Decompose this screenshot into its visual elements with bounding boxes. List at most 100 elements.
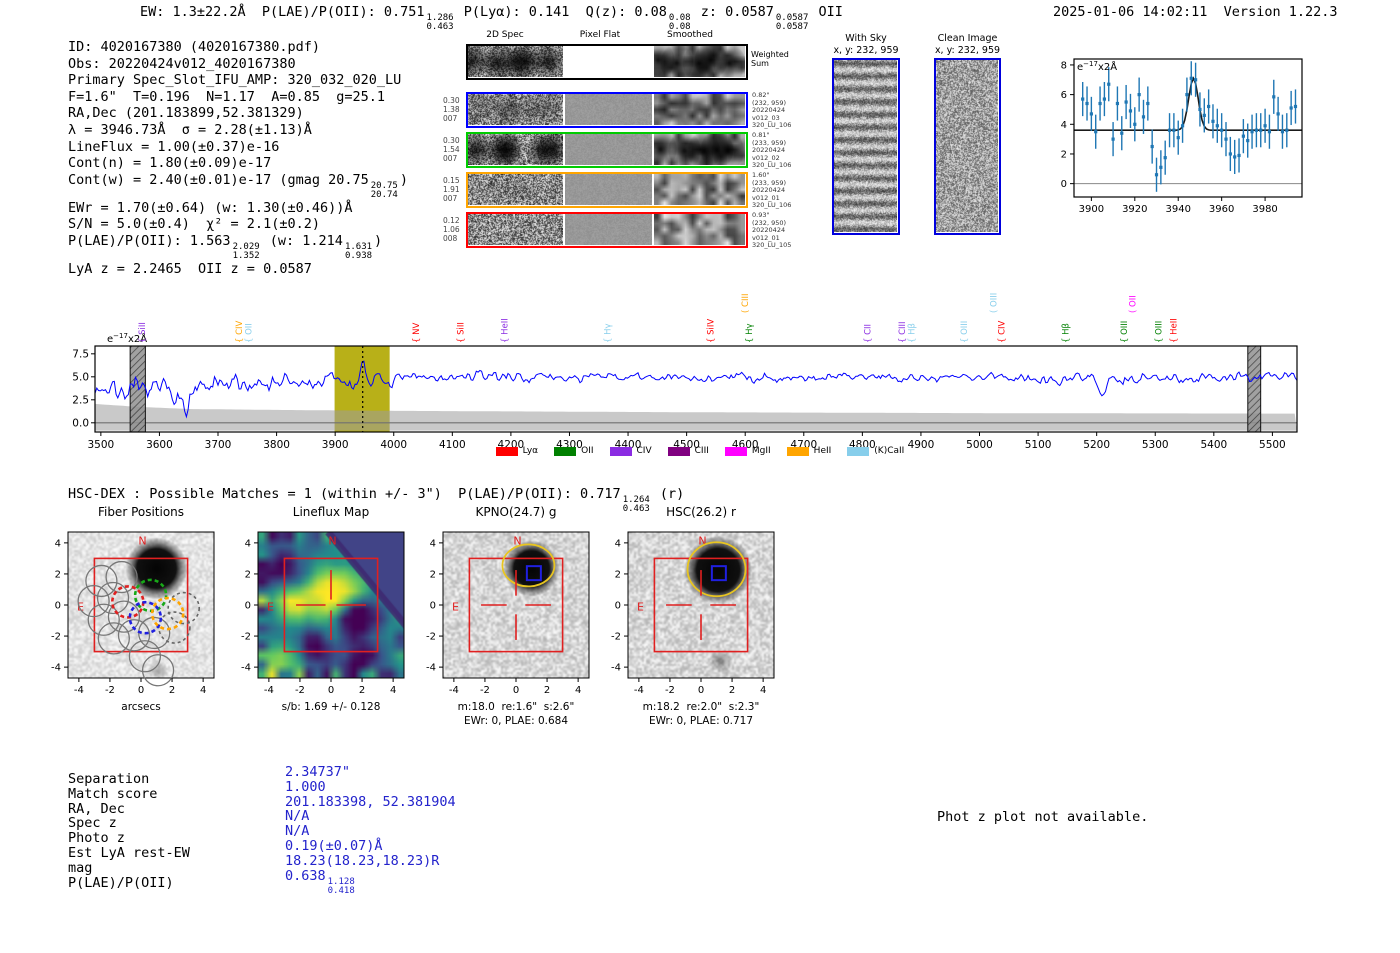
spec2d-row-right-labels: 0.82" (232, 959) 20220424 v012_03 320_LU_106 — [752, 91, 792, 130]
svg-text:-2: -2 — [241, 632, 251, 643]
legend-item: CIV — [609, 446, 652, 456]
match-table-value: 1.000 — [285, 778, 456, 795]
info-line: Primary Spec_Slot_IFU_AMP: 320_032_020_L… — [68, 72, 408, 89]
emission-line-label: { Hβ — [907, 323, 917, 343]
svg-text:4: 4 — [55, 538, 61, 549]
svg-text:4: 4 — [390, 685, 396, 696]
svg-text:-4: -4 — [449, 685, 459, 696]
spec2d-row-left-labels: 0.15 1.91 007 — [443, 176, 460, 203]
spec2d-smoothed-image — [654, 46, 745, 77]
emission-line-label: { SiII — [138, 322, 148, 343]
text-segment: Cont(w) = 2.40(±0.01)e-17 (gmag 20.75 — [68, 171, 369, 188]
svg-text:-4: -4 — [264, 685, 274, 696]
legend-swatch — [847, 446, 870, 456]
emission-line-label: ( CIII — [741, 294, 751, 313]
svg-text:3900: 3900 — [1079, 204, 1104, 215]
match-table-values: 2.34737" 1.000 201.183398, 52.381904 N/A N/A… — [285, 765, 456, 896]
match-table-value: N/A — [285, 809, 456, 824]
text-segment: (w: 1.214 — [261, 232, 343, 249]
stacked-fraction: 1.128 0.418 — [327, 876, 355, 896]
legend-label: CIII — [694, 446, 709, 456]
text-segment: ) — [399, 171, 408, 188]
text-segment: OII — [810, 4, 843, 20]
svg-text:2.5: 2.5 — [72, 394, 89, 406]
match-table-value: 0.638 1.128 0.418 — [285, 867, 456, 896]
spec2d-pixelflat-image — [565, 94, 652, 125]
svg-text:4: 4 — [200, 685, 206, 696]
svg-text:4: 4 — [615, 538, 621, 549]
text-segment: Cont(n) = 1.80(±0.09)e-17 — [68, 155, 272, 172]
info-line: Obs: 20220424v012_4020167380 — [68, 56, 408, 73]
svg-text:0: 0 — [55, 601, 61, 612]
match-table-label: Match score — [68, 785, 158, 802]
spec2d-pixelflat-image — [565, 174, 652, 205]
legend-swatch — [609, 446, 632, 456]
match-table-label: RA, Dec — [68, 800, 125, 817]
text-segment: HSC-DEX : Possible Matches = 1 (within +… — [68, 486, 621, 502]
text-segment: 201.183398, 52.381904 — [285, 793, 456, 810]
text-segment: 0.19(±0.07)Å — [285, 837, 383, 854]
sky-panel-coords: x, y: 232, 959 — [833, 45, 899, 56]
svg-text:e−17x2Å: e−17x2Å — [1077, 60, 1117, 73]
svg-text:-4: -4 — [241, 663, 251, 674]
text-segment: ) — [374, 232, 383, 249]
sky-panel-image — [834, 60, 897, 232]
legend-label: (K)CaII — [874, 446, 905, 456]
emission-line-label: { HeII — [1169, 318, 1179, 343]
svg-text:2: 2 — [729, 685, 735, 696]
emission-line-label: { OIII — [1120, 321, 1130, 343]
svg-text:3980: 3980 — [1252, 204, 1277, 215]
match-table-value: 2.34737" — [285, 765, 456, 780]
svg-text:-2: -2 — [51, 632, 61, 643]
match-table-value: N/A — [285, 824, 456, 839]
full-spectrum-plot: 3500 3600 3700 3800 3900 4000 4100 4200 4300 4400… — [72, 293, 1298, 451]
legend-swatch — [554, 446, 577, 456]
text-segment: 0.638 — [285, 867, 326, 884]
text-segment: Obs: 20220424v012_4020167380 — [68, 55, 296, 72]
info-line: λ = 3946.73Å σ = 2.28(±1.13)Å — [68, 122, 408, 139]
text-segment: S/N = 5.0(±0.4) χ² = 2.1(±0.2) — [68, 216, 320, 233]
spec2d-pixelflat-image — [565, 134, 652, 165]
cutout-hsc-r: HSC(26.2) r N E -4 -4 -2 -2 0 0 2 2 4 4 m:18.2 re:2.0… — [588, 505, 814, 735]
text-segment: LineFlux = 1.00(±0.37)e-16 — [68, 138, 280, 155]
sky-panel-image-box — [832, 58, 900, 235]
emission-line-label: { Hγ — [745, 323, 755, 343]
svg-text:2: 2 — [544, 685, 550, 696]
svg-text:6: 6 — [1061, 90, 1067, 101]
spec2d-noise-image — [468, 174, 563, 205]
info-line: F=1.6" T=0.196 N=1.17 A=0.85 g=25.1 — [68, 89, 408, 106]
emission-line-label: ( OII — [1128, 295, 1138, 313]
svg-text:-2: -2 — [426, 632, 436, 643]
emission-line-label: { Hγ — [603, 323, 613, 343]
legend-label: Lyα — [522, 446, 539, 456]
match-table-label: Photo z — [68, 830, 125, 847]
match-table-label: Separation — [68, 771, 150, 787]
svg-text:4: 4 — [1061, 120, 1067, 131]
spec2d-noise-image — [468, 46, 563, 77]
svg-text:4: 4 — [430, 538, 436, 549]
svg-text:2: 2 — [1061, 149, 1067, 160]
spec2d-row-left-labels: 0.30 1.54 007 — [443, 136, 460, 163]
svg-text:N: N — [138, 534, 146, 547]
emission-line-label: { HeII — [500, 318, 510, 343]
text-segment: 2.34737" — [285, 764, 351, 780]
spec2d-noise-image — [468, 214, 563, 245]
photz-note: Phot z plot not available. — [937, 809, 1149, 825]
info-line: Cont(n) = 1.80(±0.09)e-17 — [68, 155, 408, 172]
text-segment: λ = 3946.73Å σ = 2.28(±1.13)Å — [68, 121, 312, 138]
weighted-sum-label: Weighted Sum — [751, 50, 789, 68]
spec2d-smoothed-image — [654, 174, 745, 205]
info-line: P(LAE)/P(OII): 1.563 2.029 1.352 (w: 1.214… — [68, 233, 408, 261]
emission-line-label: { OIII — [1155, 321, 1165, 343]
svg-text:-2: -2 — [665, 685, 675, 696]
text-segment: 1.000 — [285, 778, 326, 795]
spec2d-smoothed-image — [654, 214, 745, 245]
stacked-fraction: 20.75 20.74 — [370, 180, 398, 200]
sky-panel-coords: x, y: 232, 959 — [934, 45, 1001, 56]
emission-line-label: { SiIV — [707, 319, 717, 343]
spectrum-legend: Lyα OII CIV CIII MgII HeII (K)CaII — [0, 446, 1400, 456]
text-segment: P(Lyα): 0.141 Q(z): 0.08 — [455, 4, 667, 20]
legend-label: MgII — [751, 446, 771, 456]
svg-text:4: 4 — [760, 685, 766, 696]
text-segment: F=1.6" T=0.196 N=1.17 A=0.85 g=25.1 — [68, 88, 385, 105]
